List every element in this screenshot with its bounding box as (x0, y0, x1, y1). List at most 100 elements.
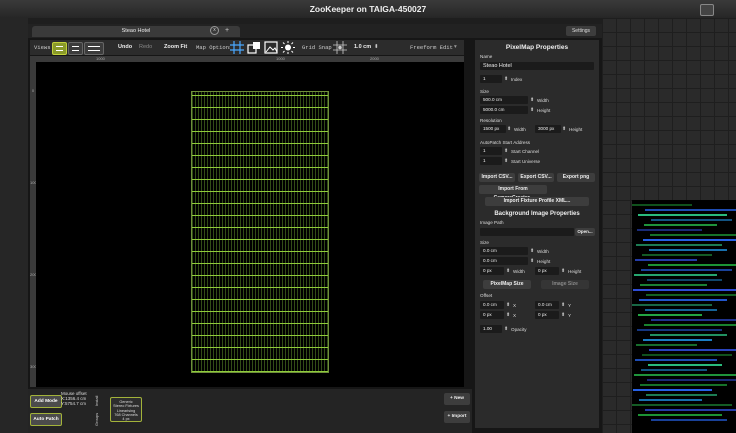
height-stepper[interactable]: ⬍ (530, 106, 534, 114)
led-row (647, 379, 736, 381)
tab-install[interactable]: Install (94, 393, 104, 409)
window-title: ZooKeeper on TAIGA-450027 (309, 4, 427, 14)
brightness-icon[interactable] (281, 41, 295, 54)
resolution-width-input[interactable]: 1500 px (480, 125, 506, 133)
fixture-shape-icon[interactable] (247, 41, 261, 54)
tab-close-button[interactable]: x (210, 26, 219, 35)
image-path-input[interactable] (480, 228, 574, 236)
undo-button[interactable]: Undo (118, 40, 132, 55)
map-canvas[interactable] (36, 62, 464, 387)
start-channel-input[interactable]: 1 (480, 147, 502, 155)
bg-width-input[interactable]: 0.0 cm (480, 247, 528, 255)
offset-px-x-stepper[interactable]: ⬍ (506, 311, 510, 319)
bg-height-stepper[interactable]: ⬍ (530, 257, 534, 265)
open-image-button[interactable]: Open... (575, 228, 595, 236)
image-icon[interactable] (264, 41, 278, 54)
offset-px-y-stepper[interactable]: ⬍ (561, 311, 565, 319)
bg-pixel-height-stepper[interactable]: ⬍ (561, 267, 565, 275)
background-image-title: Background Image Properties (494, 211, 580, 217)
led-row (632, 404, 732, 406)
window-menu-button[interactable] (700, 4, 714, 16)
offset-cm-x-label: X (513, 303, 517, 308)
freeform-edit-toggle[interactable]: Freeform Edit (410, 40, 453, 55)
redo-button[interactable]: Redo (139, 40, 152, 55)
grid-snap-value[interactable]: 1.0 cm (354, 40, 371, 55)
bg-pixel-height-label: Height (568, 269, 582, 274)
export-png-button[interactable]: Export png (557, 173, 595, 182)
bg-size-label: Size (480, 240, 489, 245)
led-row (637, 329, 722, 331)
grid-snap-icon[interactable] (333, 41, 347, 54)
bg-height-label: Height (537, 259, 551, 264)
width-label: Width (537, 98, 549, 103)
properties-panel: PixelMap Properties Name Steao Hotel 1 ⬍… (475, 40, 599, 428)
pixelmap-fixture-grid[interactable] (191, 91, 329, 373)
import-fixture-button[interactable]: + Import (444, 411, 470, 423)
led-row (636, 244, 722, 246)
pixelmap-row (192, 203, 328, 204)
bg-width-label: Width (537, 249, 549, 254)
new-fixture-button[interactable]: + New (444, 393, 470, 405)
pixelmap-row (192, 263, 328, 264)
fixture-tile-generic[interactable]: Generic Stereo Fixtures Linearising 768 … (110, 397, 142, 422)
view-list-button[interactable] (68, 42, 83, 55)
resolution-height-input[interactable]: 3000 px (535, 125, 561, 133)
chevron-down-icon[interactable]: ▾ (454, 40, 457, 55)
resolution-height-stepper[interactable]: ⬍ (562, 125, 566, 133)
opacity-input[interactable]: 1.00 (480, 325, 502, 333)
zoom-fit-button[interactable]: Zoom Fit (164, 40, 187, 55)
bg-pixel-width-input[interactable]: 0 px (480, 267, 504, 275)
led-row (633, 389, 712, 391)
led-row (634, 374, 736, 376)
settings-button[interactable]: Settings (566, 26, 596, 36)
width-stepper[interactable]: ⬍ (530, 96, 534, 104)
name-input[interactable]: Steao Hotel (480, 62, 594, 70)
import-fixture-profile-button[interactable]: Import Fixture Profile XML... (485, 197, 589, 206)
height-input[interactable]: 5000.0 cm (480, 106, 528, 114)
offset-px-y-label: Y (568, 313, 572, 318)
tab-groups[interactable]: Groups (94, 411, 104, 427)
bg-pixel-height-input[interactable]: 0 px (535, 267, 559, 275)
opacity-stepper[interactable]: ⬍ (504, 325, 508, 333)
offset-cm-y-stepper[interactable]: ⬍ (561, 301, 565, 309)
offset-px-x-input[interactable]: 0 px (480, 311, 504, 319)
offset-px-x-label: X (513, 313, 517, 318)
resolution-width-stepper[interactable]: ⬍ (507, 125, 511, 133)
start-universe-stepper[interactable]: ⬍ (504, 157, 508, 165)
view-grid-button[interactable] (52, 42, 67, 55)
view-detail-button[interactable] (84, 42, 104, 55)
select-grid-icon[interactable] (230, 41, 244, 54)
tab-add-button[interactable]: + (225, 27, 229, 34)
index-input[interactable]: 1 (480, 75, 502, 83)
offset-px-y-input[interactable]: 0 px (535, 311, 559, 319)
pixelmap-row (192, 251, 328, 252)
bg-height-input[interactable]: 0.0 cm (480, 257, 528, 265)
auto-patch-button[interactable]: Auto Patch (30, 413, 62, 426)
bg-width-stepper[interactable]: ⬍ (530, 247, 534, 255)
index-stepper[interactable]: ⬍ (504, 75, 508, 83)
offset-cm-y-input[interactable]: 0.0 cm (535, 301, 559, 309)
autopatch-label: AutoPatch Start Address (480, 140, 531, 145)
led-row (633, 289, 736, 291)
pixelmap-size-button[interactable]: PixelMap Size (483, 280, 531, 289)
led-row (638, 214, 727, 216)
offset-cm-x-stepper[interactable]: ⬍ (506, 301, 510, 309)
start-universe-label: Start Universe (511, 159, 541, 164)
export-csv-button[interactable]: Export CSV... (518, 173, 554, 182)
add-mode-button[interactable]: Add Mode (30, 395, 62, 408)
offset-cm-x-input[interactable]: 0.0 cm (480, 301, 504, 309)
grid-snap-stepper[interactable]: ⬍ (374, 40, 379, 55)
import-csv-button[interactable]: Import CSV... (479, 173, 515, 182)
tab-label: Steao Hotel (121, 28, 151, 34)
start-universe-input[interactable]: 1 (480, 157, 502, 165)
start-channel-stepper[interactable]: ⬍ (504, 147, 508, 155)
image-size-button[interactable]: Image Size (541, 280, 589, 289)
width-input[interactable]: 500.0 cm (480, 96, 528, 104)
led-row (651, 319, 736, 321)
import-camera-creator-button[interactable]: Import From CameraCreator.. (479, 185, 547, 201)
bg-pixel-width-stepper[interactable]: ⬍ (506, 267, 510, 275)
led-row (632, 204, 692, 206)
pixelmap-row (192, 287, 328, 288)
tab-steao-hotel[interactable]: Steao Hotel (32, 26, 240, 37)
fixture-line: Stereo Fixtures (113, 404, 139, 409)
